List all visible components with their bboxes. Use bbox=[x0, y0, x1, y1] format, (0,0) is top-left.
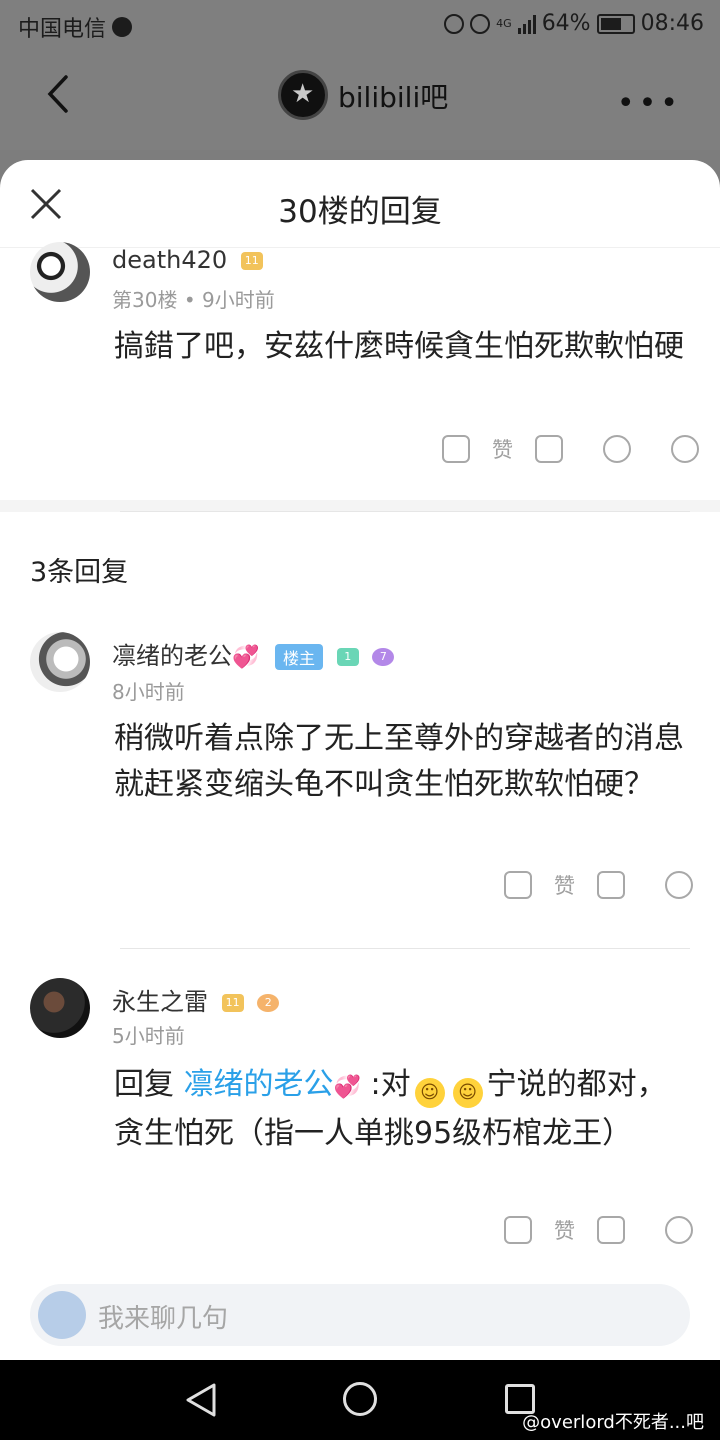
more-options-icon[interactable]: ••• bbox=[617, 86, 682, 121]
avatar[interactable] bbox=[30, 242, 90, 302]
comment-icon[interactable] bbox=[665, 1216, 693, 1244]
network-type: 4G bbox=[496, 17, 512, 30]
forum-header: bilibili吧 ••• bbox=[0, 50, 720, 150]
username[interactable]: 永生之雷 bbox=[112, 988, 208, 1016]
back-icon[interactable] bbox=[44, 74, 72, 114]
thumbs-down-icon[interactable] bbox=[535, 435, 563, 463]
level-badge: 11 bbox=[221, 994, 244, 1012]
signal-icon bbox=[517, 14, 536, 34]
thumbs-down-icon[interactable] bbox=[597, 871, 625, 899]
heart-emoji: 💞 bbox=[232, 645, 260, 670]
battery-icon bbox=[596, 13, 635, 34]
reply-input-placeholder[interactable]: 我来聊几句 bbox=[98, 1298, 228, 1335]
thumbs-down-icon[interactable] bbox=[597, 1216, 625, 1244]
meta-dot: • bbox=[183, 288, 202, 312]
username[interactable]: 凛绪的老公 bbox=[112, 642, 232, 670]
thumbs-up-icon[interactable] bbox=[442, 435, 470, 463]
heart-emoji: 💞 bbox=[333, 1075, 361, 1100]
badge-icon: 7 bbox=[372, 648, 395, 666]
post-content: 搞錯了吧，安茲什麼時候貪生怕死欺軟怕硬 bbox=[114, 329, 684, 364]
badge-icon: 2 bbox=[257, 994, 280, 1012]
post-author[interactable]: death420 11 bbox=[112, 246, 263, 274]
reply-text-a: :对 bbox=[370, 1067, 411, 1102]
level-badge: 1 bbox=[336, 648, 359, 666]
like-label[interactable]: 赞 bbox=[554, 870, 575, 900]
divider bbox=[120, 511, 690, 512]
clock: 08:46 bbox=[640, 11, 704, 36]
floor-number: 第30楼 bbox=[112, 288, 178, 312]
avatar[interactable] bbox=[30, 978, 90, 1038]
nav-home-icon[interactable] bbox=[343, 1382, 377, 1416]
reply-author[interactable]: 永生之雷 11 2 bbox=[112, 982, 280, 1017]
reply-author[interactable]: 凛绪的老公💞 楼主 1 7 bbox=[112, 636, 395, 671]
crazy-face-emoji: ☺ bbox=[452, 1078, 483, 1108]
reply-count: 3条回复 bbox=[30, 557, 129, 588]
reply-time: 8小时前 bbox=[112, 680, 185, 704]
carrier-group: 中国电信 bbox=[18, 11, 133, 43]
watermark: @overlord不死者...吧 bbox=[522, 1412, 704, 1433]
status-right-group: 4G 64% 08:46 bbox=[444, 11, 704, 36]
username[interactable]: death420 bbox=[112, 246, 227, 274]
thumbs-up-icon[interactable] bbox=[504, 871, 532, 899]
like-label[interactable]: 赞 bbox=[554, 1215, 575, 1245]
navigation-bar: @overlord不死者...吧 bbox=[0, 1360, 720, 1440]
avatar[interactable] bbox=[30, 632, 90, 692]
forum-logo[interactable] bbox=[278, 70, 328, 120]
alarm-icon bbox=[470, 13, 491, 34]
owner-tag: 楼主 bbox=[275, 644, 324, 670]
avatar bbox=[38, 1291, 86, 1339]
sheet-header: 30楼的回复 bbox=[0, 160, 720, 248]
globe-icon bbox=[112, 17, 133, 37]
reply-content: 回复 凛绪的老公💞 :对 ☺ ☺ 宁说的都对，贪生怕死（指一人单挑95级朽棺龙王） bbox=[114, 1062, 689, 1157]
reply-prefix: 回复 bbox=[114, 1067, 174, 1102]
reply-actions: 赞 bbox=[504, 1215, 693, 1245]
reply-content: 稍微听着点除了无上至尊外的穿越者的消息就赶紧变缩头龟不叫贪生怕死欺软怕硬？ bbox=[114, 721, 684, 802]
comment-icon[interactable] bbox=[603, 435, 631, 463]
like-label[interactable]: 赞 bbox=[492, 434, 513, 464]
battery-percent: 64% bbox=[541, 11, 591, 36]
reply-time: 5小时前 bbox=[112, 1024, 185, 1048]
forum-name[interactable]: bilibili吧 bbox=[338, 76, 448, 116]
reply-input-bar[interactable]: 我来聊几句 bbox=[30, 1284, 690, 1346]
level-badge: 11 bbox=[240, 252, 263, 270]
headset-icon bbox=[444, 13, 465, 34]
post-meta: 第30楼 • 9小时前 bbox=[112, 284, 275, 313]
crazy-face-emoji: ☺ bbox=[414, 1078, 445, 1108]
carrier-name: 中国电信 bbox=[18, 17, 107, 42]
sheet-title: 30楼的回复 bbox=[278, 194, 442, 230]
comment-icon[interactable] bbox=[665, 871, 693, 899]
status-bar: 中国电信 4G 64% 08:46 bbox=[0, 0, 720, 50]
share-icon[interactable] bbox=[671, 435, 699, 463]
replies-sheet: 30楼的回复 death420 11 第30楼 • 9小时前 搞錯了吧，安茲什麼… bbox=[0, 160, 720, 1360]
divider bbox=[120, 948, 690, 949]
reply-actions: 赞 bbox=[504, 870, 693, 900]
thumbs-up-icon[interactable] bbox=[504, 1216, 532, 1244]
mention-link[interactable]: 凛绪的老公 bbox=[184, 1067, 334, 1102]
post-time: 9小时前 bbox=[201, 288, 275, 312]
post-actions: 赞 bbox=[442, 434, 699, 464]
nav-back-icon[interactable] bbox=[184, 1382, 218, 1418]
